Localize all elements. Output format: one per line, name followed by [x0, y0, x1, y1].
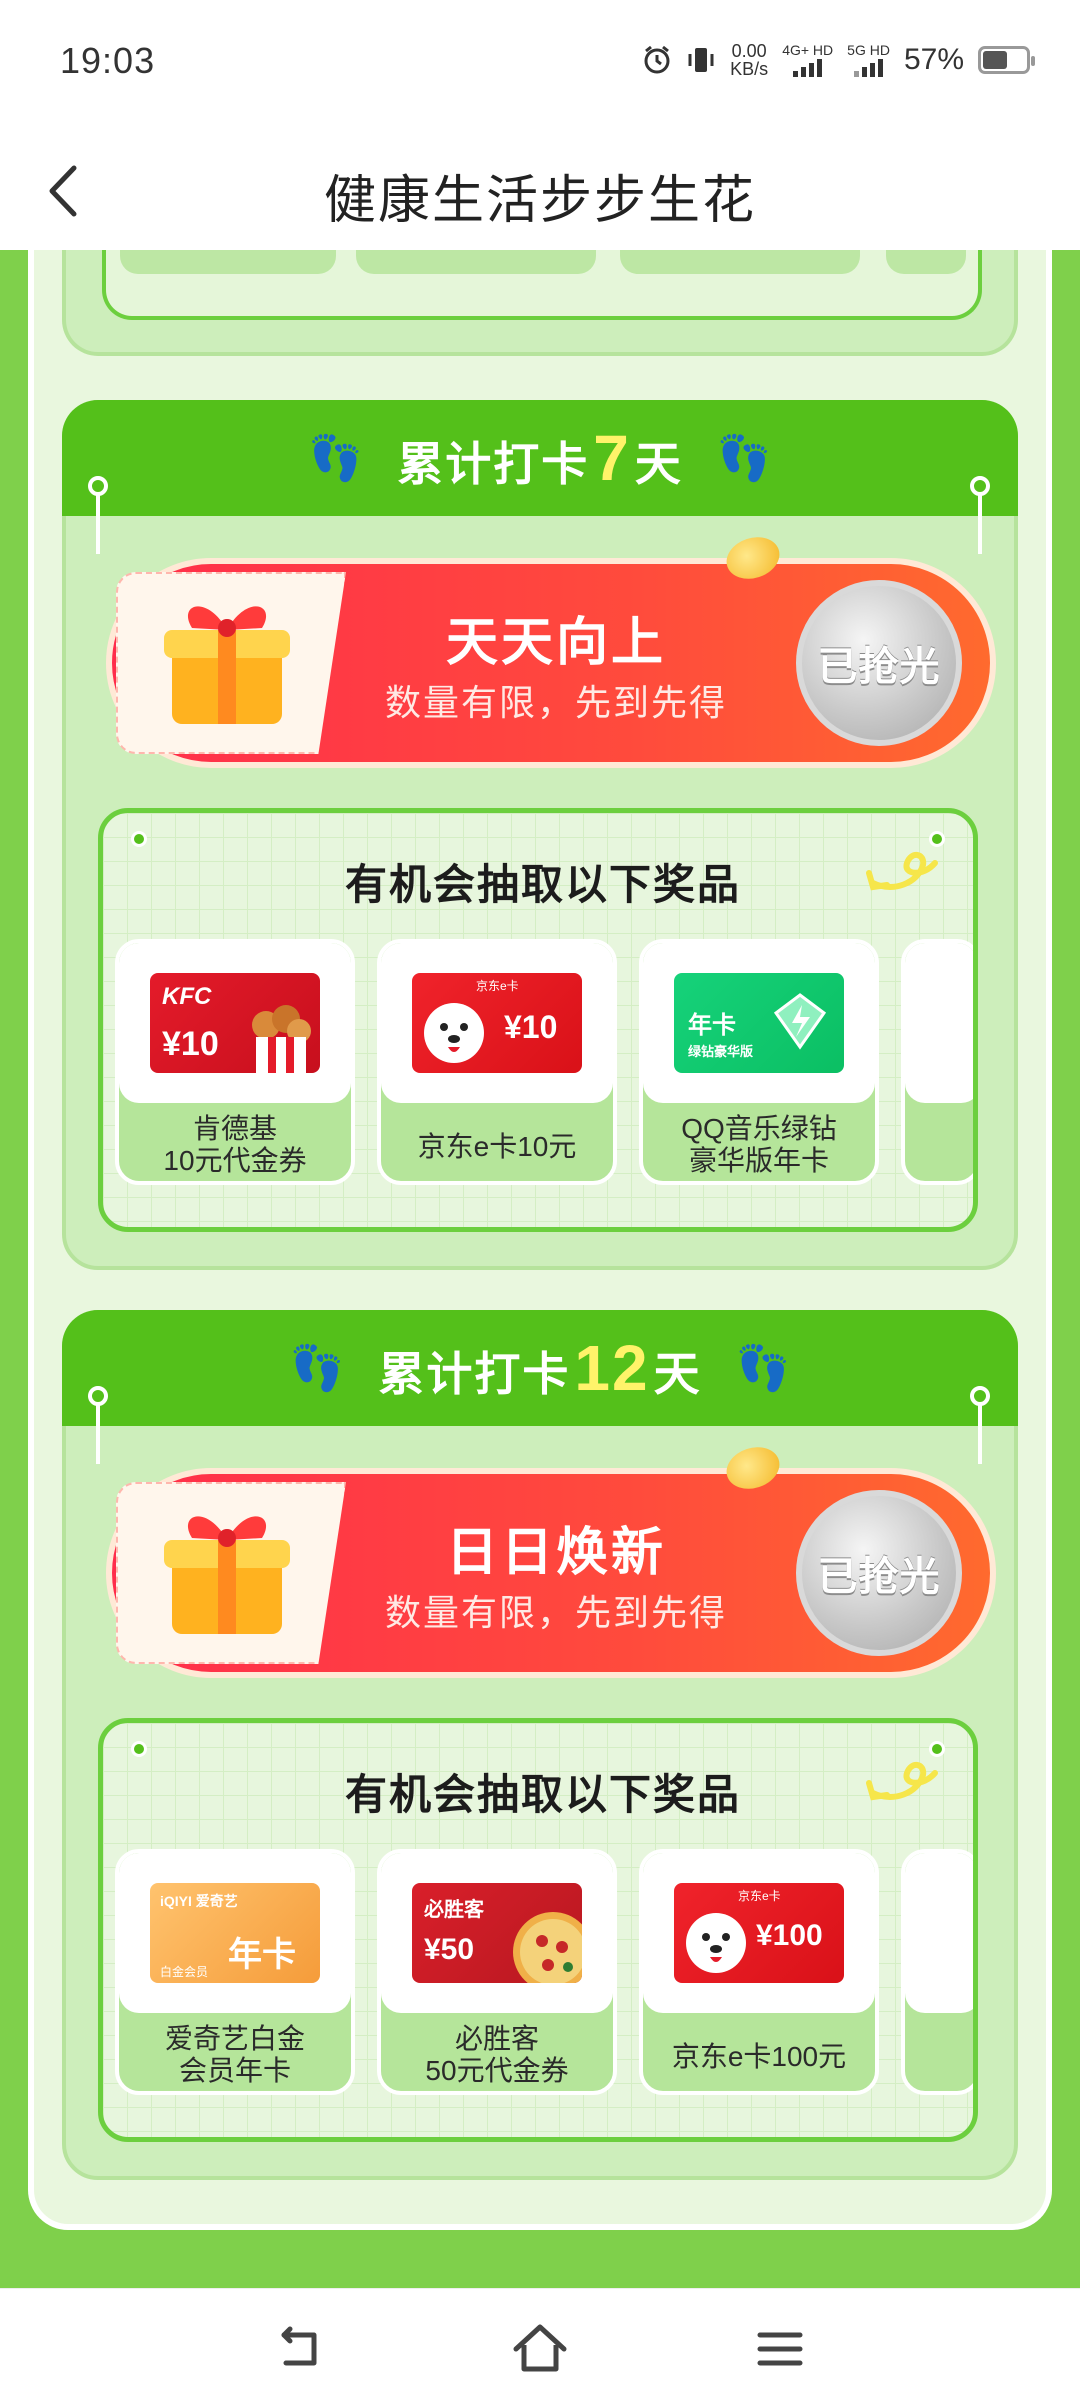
prize-card[interactable]: iQIYI 爱奇艺 年卡 白金会员 爱奇艺白金 会员年卡 — [115, 1849, 355, 2095]
previous-prizes-partial — [102, 250, 982, 320]
status-icons: 0.00 KB/s 4G+ HD 5G HD 57% — [642, 41, 1035, 79]
prize-card-partial — [620, 250, 860, 274]
battery-percent: 57% — [903, 43, 964, 76]
green-diamond-icon — [773, 993, 827, 1050]
gift-box-icon — [164, 1516, 290, 1634]
prize-card[interactable]: 年卡 绿钻豪华版 QQ音乐绿钻 豪华版年卡 — [639, 939, 879, 1185]
system-nav-bar — [0, 2288, 1080, 2408]
sim1-signal: 4G+ HD — [782, 43, 833, 77]
reward-title: 日日焕新 — [445, 1524, 666, 1582]
swirl-arrow-icon — [866, 1762, 938, 1801]
jd-card-image: 京东e卡 ¥10 — [412, 973, 582, 1073]
reward-subtitle: 数量有限，先到先得 — [384, 1592, 727, 1633]
pin-icon — [970, 476, 990, 562]
signal-icon — [793, 59, 823, 77]
vibrate-icon — [688, 48, 714, 72]
pizza-hut-card-image: 必胜客 ¥50 — [412, 1883, 582, 1983]
signal-icon — [854, 59, 884, 77]
qq-music-card-image: 年卡 绿钻豪华版 — [674, 973, 844, 1073]
decor-dot — [131, 831, 147, 847]
prize-card-partial — [886, 250, 966, 274]
checkin-section-12-days: 👣 累计打卡 12 天 👣 日日焕新 数量有限，先到先得 已抢光 有机会抽取以下… — [62, 1310, 1018, 2180]
prizes-panel: 有机会抽取以下奖品 KFC ¥10 肯德基 10元代金券 京东e卡 ¥10 京东… — [98, 808, 978, 1232]
reward-title: 天天向上 — [445, 614, 666, 672]
kfc-card-image: KFC ¥10 — [150, 973, 320, 1073]
prizes-title: 有机会抽取以下奖品 — [344, 1771, 741, 1818]
prize-name: 京东e卡100元 — [671, 2041, 847, 2072]
prize-card[interactable]: 京东e卡 ¥10 京东e卡10元 — [377, 939, 617, 1185]
reward-banner: 日日焕新 数量有限，先到先得 已抢光 — [76, 1440, 996, 1678]
pin-icon — [970, 1386, 990, 1472]
jd-card-image: 京东e卡 ¥100 — [674, 1883, 844, 1983]
prizes-panel: 有机会抽取以下奖品 iQIYI 爱奇艺 年卡 白金会员 爱奇艺白金 会员年卡 必… — [98, 1718, 978, 2142]
footprints-icon: 👣 — [716, 434, 772, 483]
prize-card-partial — [356, 250, 596, 274]
pin-icon — [88, 1386, 108, 1472]
checkin-section-7-days: 👣 累计打卡 7 天 👣 天天向上 数量有限，先到先得 已抢光 有机会抽取以下奖… — [62, 400, 1018, 1270]
gift-box-icon — [164, 606, 290, 724]
pin-icon — [88, 476, 108, 562]
footprints-icon: 👣 — [735, 1344, 791, 1393]
iqiyi-card-image: iQIYI 爱奇艺 年卡 白金会员 — [150, 1883, 320, 1983]
jd-dog-icon — [686, 1913, 746, 1973]
section-header: 👣 累计打卡 12 天 👣 — [62, 1310, 1018, 1426]
pizza-icon — [513, 1912, 582, 1983]
days-count: 12 — [574, 1332, 650, 1404]
reward-subtitle: 数量有限，先到先得 — [384, 682, 727, 723]
sold-out-button[interactable]: 已抢光 — [796, 1490, 962, 1656]
net-speed: 0.00 KB/s — [730, 41, 769, 79]
jd-dog-icon — [424, 1003, 484, 1063]
sim2-signal: 5G HD — [847, 43, 890, 77]
battery-icon — [978, 46, 1035, 74]
prizes-row[interactable]: KFC ¥10 肯德基 10元代金券 京东e卡 ¥10 京东e卡10元 年卡 绿… — [115, 939, 973, 1189]
swirl-arrow-icon — [866, 852, 938, 891]
back-nav-icon[interactable] — [270, 2319, 330, 2379]
prize-name: 爱奇艺白金 会员年卡 — [164, 2023, 305, 2086]
sold-out-button[interactable]: 已抢光 — [796, 580, 962, 746]
footprints-icon: 👣 — [308, 434, 364, 483]
reward-banner: 天天向上 数量有限，先到先得 已抢光 — [76, 530, 996, 768]
prize-name: 京东e卡10元 — [417, 1131, 577, 1162]
previous-section-partial — [62, 250, 1018, 356]
section-header: 👣 累计打卡 7 天 👣 — [62, 400, 1018, 516]
chicken-bucket-icon — [252, 1005, 311, 1073]
menu-icon[interactable] — [750, 2319, 810, 2379]
prize-card-partial — [120, 250, 336, 274]
prize-card[interactable]: 京东e卡 ¥100 京东e卡100元 — [639, 1849, 879, 2095]
status-time: 19:03 — [60, 40, 156, 81]
prizes-title: 有机会抽取以下奖品 — [344, 861, 741, 908]
status-bar: 19:03 0.00 KB/s 4G+ HD 5G HD 57% — [0, 0, 1080, 130]
decor-dot — [131, 1741, 147, 1757]
home-icon[interactable] — [510, 2319, 570, 2379]
prizes-row[interactable]: iQIYI 爱奇艺 年卡 白金会员 爱奇艺白金 会员年卡 必胜客 ¥50 必胜客… — [115, 1849, 973, 2099]
prize-name: 必胜客 50元代金券 — [425, 2023, 569, 2086]
alarm-icon — [644, 45, 670, 74]
prize-card-partial[interactable] — [901, 1849, 973, 2095]
prize-card[interactable]: KFC ¥10 肯德基 10元代金券 — [115, 939, 355, 1185]
prize-name: 肯德基 10元代金券 — [163, 1113, 307, 1176]
section-header-text: 累计打卡 12 天 — [378, 1332, 702, 1404]
prize-name: QQ音乐绿钻 豪华版年卡 — [681, 1113, 837, 1176]
days-count: 7 — [593, 422, 631, 494]
page-title: 健康生活步步生花 — [323, 172, 756, 230]
prize-card[interactable]: 必胜客 ¥50 必胜客 50元代金券 — [377, 1849, 617, 2095]
battery-level — [983, 51, 1007, 69]
footprints-icon: 👣 — [289, 1344, 345, 1393]
section-header-text: 累计打卡 7 天 — [397, 422, 683, 494]
prize-card-partial[interactable] — [901, 939, 973, 1185]
title-bar: 健康生活步步生花 — [0, 130, 1080, 250]
